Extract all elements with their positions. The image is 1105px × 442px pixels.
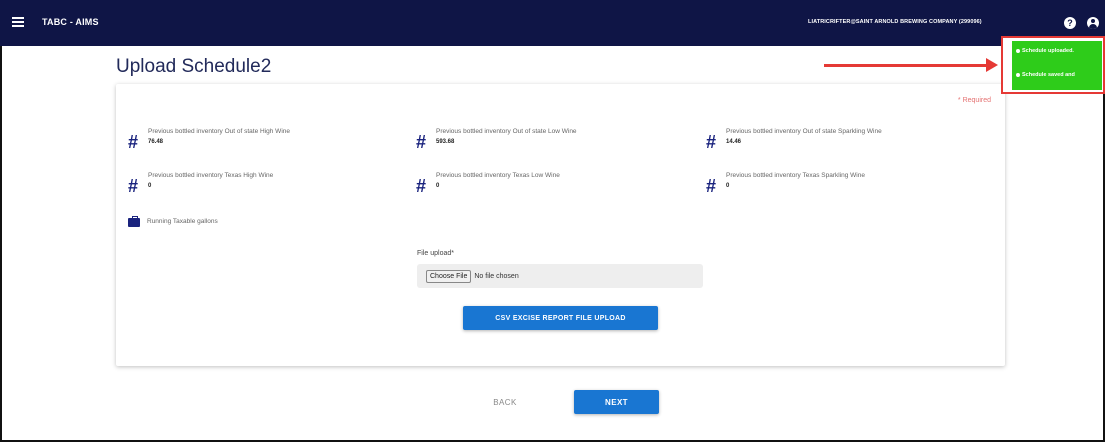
field-oos-high-wine: # Previous bottled inventory Out of stat… — [128, 128, 290, 151]
field-value: 593.68 — [436, 139, 455, 145]
csv-upload-button[interactable]: CSV EXCISE REPORT FILE UPLOAD — [463, 306, 658, 330]
field-value: 76.48 — [148, 139, 164, 145]
hash-icon: # — [128, 132, 139, 152]
back-button[interactable]: BACK — [470, 391, 540, 413]
field-label: Previous bottled inventory Texas Low Win… — [436, 172, 560, 179]
field-oos-low-wine: # Previous bottled inventory Out of stat… — [416, 128, 577, 151]
hash-icon: # — [706, 176, 717, 196]
app-title: TABC - AIMS — [42, 17, 99, 27]
field-value: 0 — [436, 183, 440, 189]
field-label: Previous bottled inventory Out of state … — [726, 128, 882, 135]
required-note: * Required — [957, 97, 991, 104]
running-taxable-label: Running Taxable gallons — [147, 218, 218, 225]
hash-icon: # — [416, 176, 427, 196]
account-icon[interactable] — [1087, 17, 1099, 29]
field-label: Previous bottled inventory Out of state … — [148, 128, 290, 135]
help-icon[interactable]: ? — [1064, 17, 1076, 29]
toast-dot-icon — [1016, 48, 1020, 53]
toast-text: Schedule saved and — [1022, 71, 1075, 78]
file-upload-label: File upload* — [417, 250, 454, 257]
choose-file-button[interactable]: Choose File — [426, 269, 472, 283]
next-button[interactable]: NEXT — [574, 390, 659, 414]
field-value: 0 — [726, 183, 730, 189]
field-tx-high-wine: # Previous bottled inventory Texas High … — [128, 172, 273, 195]
schedule-form-card: * Required # Previous bottled inventory … — [116, 84, 1005, 366]
field-value: 14.46 — [726, 139, 742, 145]
hash-icon: # — [706, 132, 717, 152]
field-value: 0 — [148, 183, 152, 189]
file-upload-input[interactable]: Choose File No file chosen — [417, 264, 703, 288]
briefcase-icon — [128, 216, 140, 227]
field-label: Previous bottled inventory Texas High Wi… — [148, 172, 274, 179]
field-label: Previous bottled inventory Out of state … — [436, 128, 577, 135]
hash-icon: # — [416, 132, 427, 152]
page-title: Upload Schedule2 — [116, 56, 272, 77]
no-file-text: No file chosen — [474, 272, 519, 280]
menu-icon[interactable] — [12, 17, 24, 27]
toast-dot-icon — [1016, 72, 1020, 77]
top-app-bar: TABC - AIMS LIATRICRIFTER@SAINT ARNOLD B… — [0, 0, 1105, 46]
toast-schedule-uploaded: Schedule uploaded. — [1013, 41, 1099, 60]
field-label: Previous bottled inventory Texas Sparkli… — [726, 172, 865, 179]
user-company-label: LIATRICRIFTER@SAINT ARNOLD BREWING COMPA… — [808, 19, 982, 25]
annotation-arrow — [824, 64, 989, 67]
toast-highlight-box: Schedule uploaded. Schedule saved and — [1001, 36, 1105, 94]
field-tx-sparkling-wine: # Previous bottled inventory Texas Spark… — [706, 172, 865, 195]
annotation-arrow-head — [986, 58, 998, 72]
hash-icon: # — [128, 176, 139, 196]
toast-text: Schedule uploaded. — [1022, 47, 1074, 54]
field-oos-sparkling-wine: # Previous bottled inventory Out of stat… — [706, 128, 882, 151]
field-tx-low-wine: # Previous bottled inventory Texas Low W… — [416, 172, 560, 195]
toast-schedule-saved: Schedule saved and — [1013, 62, 1101, 87]
